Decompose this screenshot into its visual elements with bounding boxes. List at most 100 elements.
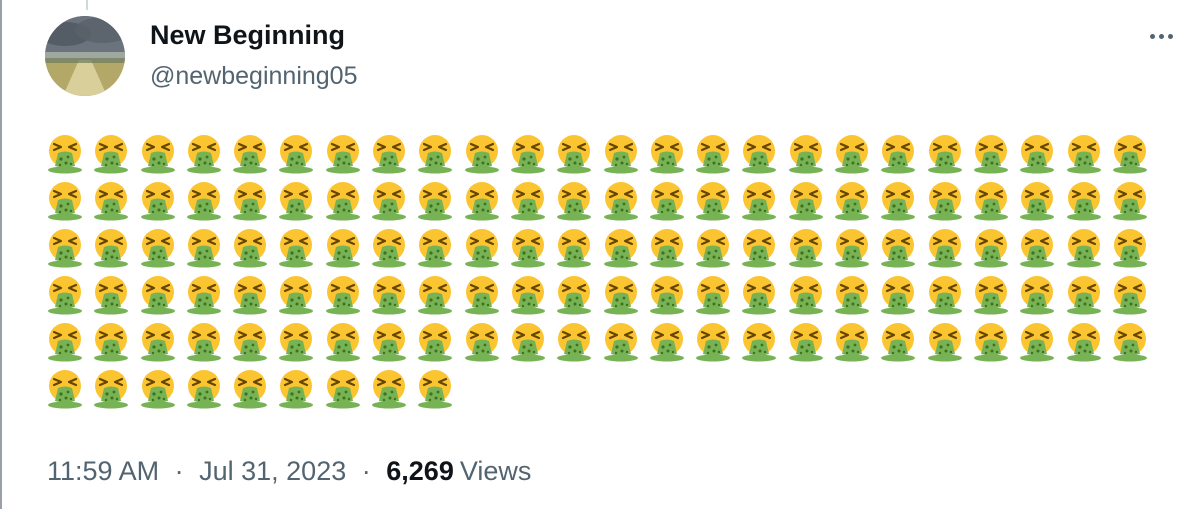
nauseated-face-icon (324, 322, 362, 362)
more-dot (1158, 33, 1164, 39)
nauseated-face-icon (416, 134, 454, 174)
nauseated-face-icon (926, 275, 964, 315)
nauseated-face-icon (324, 134, 362, 174)
nauseated-face-icon (879, 228, 917, 268)
nauseated-face-icon (139, 228, 177, 268)
nauseated-face-icon (787, 134, 825, 174)
separator-dot: · (174, 456, 184, 486)
nauseated-face-icon (277, 275, 315, 315)
nauseated-face-icon (46, 181, 84, 221)
nauseated-face-icon (1065, 134, 1103, 174)
nauseated-face-icon (370, 181, 408, 221)
nauseated-face-icon (972, 228, 1010, 268)
nauseated-face-icon (648, 134, 686, 174)
nauseated-face-icon (1111, 134, 1149, 174)
nauseated-face-icon (231, 134, 269, 174)
nauseated-face-icon (694, 275, 732, 315)
nauseated-face-icon (231, 228, 269, 268)
nauseated-face-icon (92, 322, 130, 362)
nauseated-face-icon (972, 181, 1010, 221)
nauseated-face-icon (92, 134, 130, 174)
nauseated-face-icon (463, 228, 501, 268)
nauseated-face-icon (509, 134, 547, 174)
nauseated-face-icon (139, 369, 177, 409)
nauseated-face-icon (46, 322, 84, 362)
nauseated-face-icon (740, 228, 778, 268)
nauseated-face-icon (833, 181, 871, 221)
nauseated-face-icon (1018, 181, 1056, 221)
separator-dot: · (361, 456, 371, 486)
nauseated-face-icon (740, 134, 778, 174)
nauseated-face-icon (833, 134, 871, 174)
nauseated-face-icon (370, 134, 408, 174)
nauseated-face-icon (879, 134, 917, 174)
nauseated-face-icon (602, 181, 640, 221)
nauseated-face-icon (879, 322, 917, 362)
nauseated-face-icon (277, 322, 315, 362)
nauseated-face-icon (1065, 181, 1103, 221)
tweet-date[interactable]: Jul 31, 2023 (199, 456, 346, 486)
nauseated-face-icon (509, 275, 547, 315)
nauseated-face-icon (1065, 322, 1103, 362)
nauseated-face-icon (1111, 181, 1149, 221)
display-name[interactable]: New Beginning (150, 20, 345, 51)
nauseated-face-icon (833, 228, 871, 268)
tweet-time[interactable]: 11:59 AM (47, 456, 159, 486)
nauseated-face-icon (509, 322, 547, 362)
nauseated-face-icon (1018, 134, 1056, 174)
nauseated-face-icon (185, 275, 223, 315)
nauseated-face-icon (602, 228, 640, 268)
avatar[interactable] (45, 16, 125, 96)
nauseated-face-icon (972, 322, 1010, 362)
nauseated-face-icon (277, 228, 315, 268)
nauseated-face-icon (555, 322, 593, 362)
nauseated-face-icon (879, 275, 917, 315)
nauseated-face-icon (1018, 275, 1056, 315)
nauseated-face-icon (602, 322, 640, 362)
nauseated-face-icon (370, 322, 408, 362)
nauseated-face-icon (92, 369, 130, 409)
nauseated-face-icon (185, 181, 223, 221)
nauseated-face-icon (324, 275, 362, 315)
nauseated-face-icon (926, 322, 964, 362)
nauseated-face-icon (555, 228, 593, 268)
nauseated-face-icon (833, 322, 871, 362)
nauseated-face-icon (92, 228, 130, 268)
nauseated-face-icon (1018, 228, 1056, 268)
nauseated-face-icon (694, 322, 732, 362)
nauseated-face-icon (787, 322, 825, 362)
views-label[interactable]: Views (460, 456, 532, 486)
nauseated-face-icon (740, 181, 778, 221)
nauseated-face-icon (46, 275, 84, 315)
nauseated-face-icon (1065, 228, 1103, 268)
more-dot (1167, 33, 1173, 39)
nauseated-face-icon (277, 181, 315, 221)
nauseated-face-icon (694, 228, 732, 268)
nauseated-face-icon (602, 275, 640, 315)
nauseated-face-icon (1018, 322, 1056, 362)
views-count[interactable]: 6,269 (386, 456, 454, 486)
nauseated-face-icon (787, 228, 825, 268)
nauseated-face-icon (46, 228, 84, 268)
nauseated-face-icon (879, 181, 917, 221)
nauseated-face-icon (972, 134, 1010, 174)
nauseated-face-icon (463, 134, 501, 174)
nauseated-face-icon (416, 369, 454, 409)
nauseated-face-icon (324, 228, 362, 268)
nauseated-face-icon (139, 134, 177, 174)
nauseated-face-icon (555, 134, 593, 174)
nauseated-face-icon (833, 275, 871, 315)
user-handle[interactable]: @newbeginning05 (150, 62, 357, 91)
nauseated-face-icon (324, 181, 362, 221)
nauseated-face-icon (92, 181, 130, 221)
nauseated-face-icon (92, 275, 130, 315)
nauseated-face-icon (185, 322, 223, 362)
nauseated-face-icon (231, 181, 269, 221)
nauseated-face-icon (648, 275, 686, 315)
nauseated-face-icon (555, 275, 593, 315)
tweet-meta: 11:59 AM · Jul 31, 2023 · 6,269 Views (47, 456, 531, 487)
more-horizontal-icon[interactable] (1143, 24, 1179, 48)
nauseated-face-icon (416, 275, 454, 315)
nauseated-face-icon (416, 322, 454, 362)
nauseated-face-icon (1111, 322, 1149, 362)
